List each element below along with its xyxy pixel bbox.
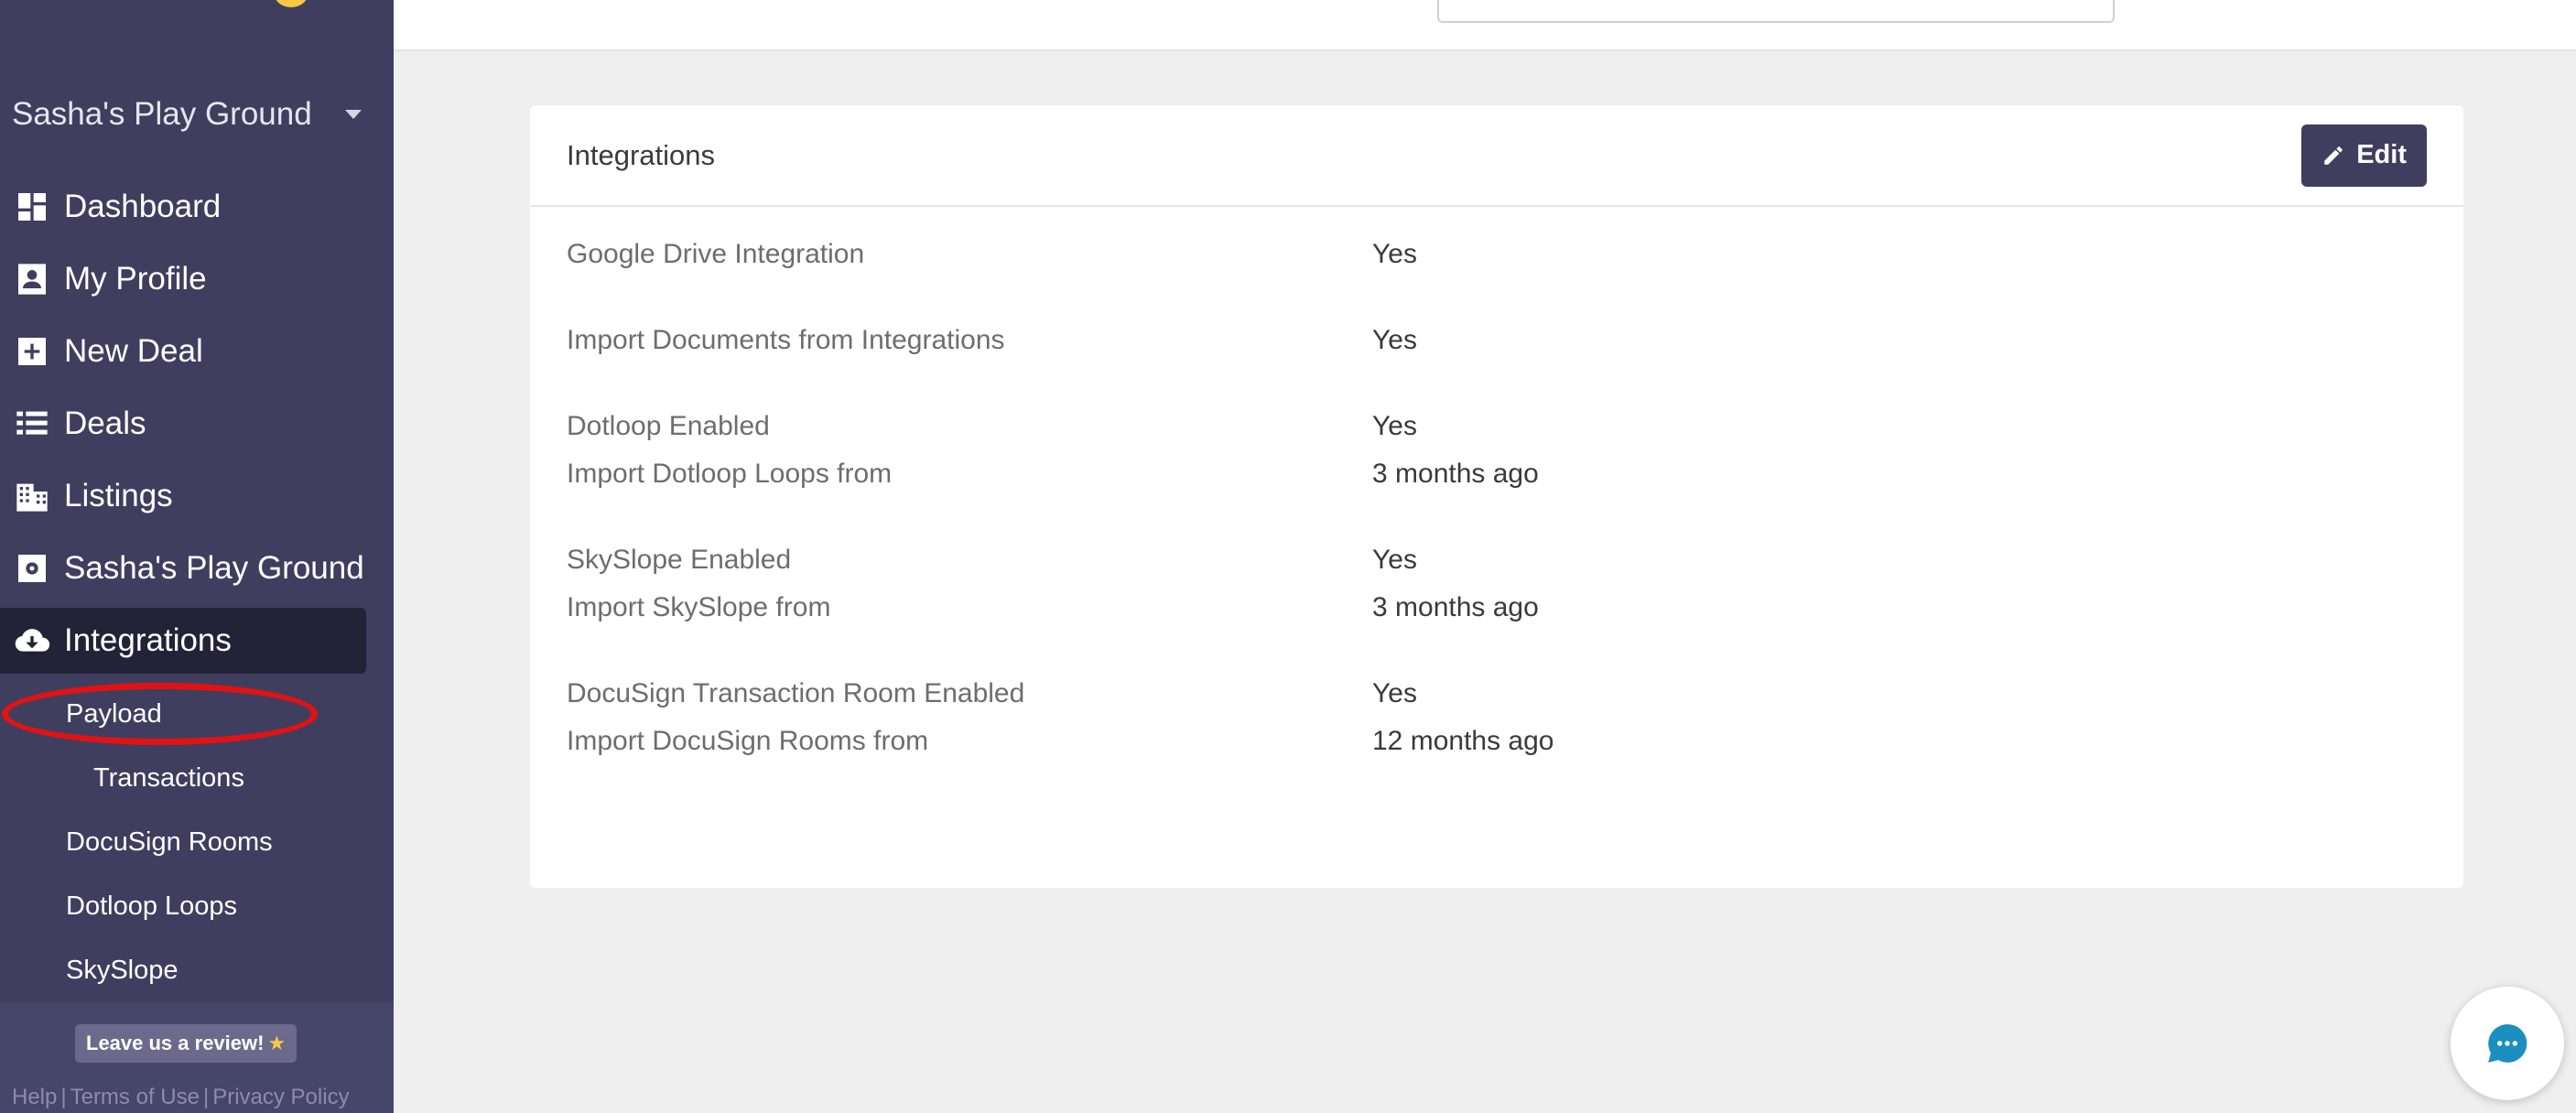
workspace-switcher[interactable]: Sasha's Play Ground — [12, 92, 369, 137]
nav-label: Dashboard — [64, 189, 222, 224]
nav-item-deals[interactable]: Deals — [0, 391, 366, 457]
workspace-name: Sasha's Play Ground — [12, 96, 312, 132]
detail-value: Yes — [1372, 545, 1417, 575]
detail-value: Yes — [1372, 239, 1417, 269]
review-label: Leave us a review! — [86, 1032, 265, 1054]
main-nav: Dashboard My Profile New Deal Deals List… — [0, 174, 394, 680]
search-input[interactable] — [1437, 0, 2115, 23]
top-bar-link[interactable] — [2160, 0, 2398, 5]
footer-links: Help | Terms of Use | Privacy Policy — [12, 1085, 350, 1110]
detail-row: DocuSign Transaction Room Enabled Yes — [567, 670, 2427, 718]
logo-icon[interactable] — [275, 0, 308, 7]
separator: | — [202, 1085, 210, 1109]
subnav-item-dotloop-loops[interactable]: Dotloop Loops — [0, 874, 394, 938]
detail-value: Yes — [1372, 678, 1417, 708]
leave-review-button[interactable]: Leave us a review! ★ — [75, 1024, 298, 1063]
plus-icon — [13, 332, 51, 371]
nav-label: Sasha's Play Ground — [64, 550, 364, 586]
integrations-card: Integrations Edit Google Drive Integrati… — [530, 105, 2463, 888]
top-bar — [394, 0, 2576, 51]
detail-row: Import SkySlope from 3 months ago — [567, 584, 2427, 632]
detail-label: Import SkySlope from — [567, 592, 831, 622]
detail-value: Yes — [1372, 411, 1417, 441]
detail-label: Import Dotloop Loops from — [567, 459, 893, 489]
nav-item-dashboard[interactable]: Dashboard — [0, 174, 366, 240]
detail-value: 3 months ago — [1372, 459, 1539, 489]
integrations-subnav: Payload Transactions DocuSign Rooms Dotl… — [0, 682, 394, 1002]
detail-label: DocuSign Transaction Room Enabled — [567, 678, 1025, 708]
subnav-item-docusign-rooms[interactable]: DocuSign Rooms — [0, 810, 394, 874]
nav-label: Listings — [64, 478, 173, 513]
card-title: Integrations — [567, 138, 715, 171]
subnav-item-skyslope[interactable]: SkySlope — [0, 938, 394, 1002]
detail-label: Google Drive Integration — [567, 239, 865, 269]
edit-label: Edit — [2356, 140, 2407, 169]
nav-label: My Profile — [64, 261, 207, 297]
profile-icon — [13, 260, 51, 298]
chat-icon — [2488, 1024, 2527, 1063]
nav-label: New Deal — [64, 333, 203, 369]
building-icon — [13, 477, 51, 515]
detail-row: SkySlope Enabled Yes — [567, 536, 2427, 584]
detail-row: Import Documents from Integrations Yes — [567, 317, 2427, 364]
chat-launcher-button[interactable] — [2451, 987, 2564, 1100]
subnav-item-payload[interactable]: Payload — [0, 682, 394, 746]
list-icon — [13, 405, 51, 443]
gear-icon — [13, 549, 51, 588]
subnav-item-transactions[interactable]: Transactions — [0, 746, 394, 810]
nav-item-new-deal[interactable]: New Deal — [0, 319, 366, 384]
nav-label: Deals — [64, 405, 146, 441]
edit-button[interactable]: Edit — [2301, 124, 2427, 187]
detail-label: Dotloop Enabled — [567, 411, 770, 441]
sidebar-footer: Leave us a review! ★ Help | Terms of Use | P… — [0, 1002, 394, 1113]
detail-label: Import Documents from Integrations — [567, 325, 1005, 355]
nav-label: Integrations — [64, 622, 232, 658]
cloud-download-icon — [13, 621, 51, 660]
terms-link[interactable]: Terms of Use — [70, 1085, 200, 1109]
detail-row: Dotloop Enabled Yes — [567, 403, 2427, 450]
nav-item-my-profile[interactable]: My Profile — [0, 246, 366, 312]
detail-row: Import DocuSign Rooms from 12 months ago — [567, 718, 2427, 765]
detail-label: Import DocuSign Rooms from — [567, 726, 929, 756]
detail-row: Import Dotloop Loops from 3 months ago — [567, 450, 2427, 498]
detail-label: SkySlope Enabled — [567, 545, 792, 575]
card-header: Integrations Edit — [530, 105, 2463, 207]
detail-row: Google Drive Integration Yes — [567, 231, 2427, 278]
privacy-link[interactable]: Privacy Policy — [212, 1085, 349, 1109]
detail-value: 12 months ago — [1372, 726, 1554, 756]
separator: | — [60, 1085, 67, 1109]
dashboard-icon — [13, 188, 51, 226]
nav-item-integrations[interactable]: Integrations — [0, 608, 366, 674]
star-icon: ★ — [267, 1032, 287, 1054]
caret-down-icon — [345, 110, 362, 119]
detail-value: 3 months ago — [1372, 592, 1539, 622]
nav-item-workspace-settings[interactable]: Sasha's Play Ground — [0, 535, 366, 601]
card-body: Google Drive Integration Yes Import Docu… — [530, 207, 2463, 789]
pencil-icon — [2324, 146, 2343, 165]
nav-item-listings[interactable]: Listings — [0, 463, 366, 529]
help-link[interactable]: Help — [12, 1085, 57, 1109]
sidebar: Sasha's Play Ground Dashboard My Profile… — [0, 0, 394, 1113]
detail-value: Yes — [1372, 325, 1417, 355]
